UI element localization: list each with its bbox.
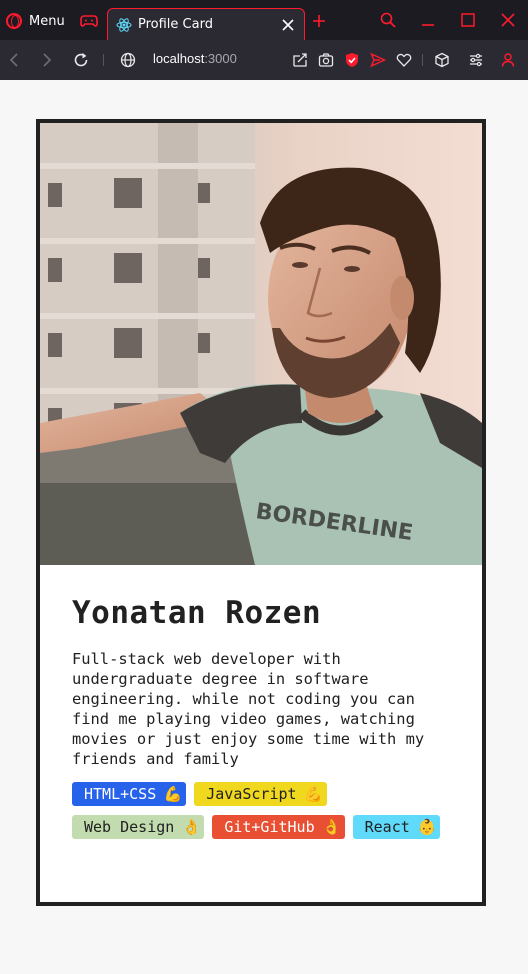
profile-card: BORDERLINE Yonatan Rozen Full-stack web … <box>36 119 486 906</box>
address-bar[interactable]: localhost:3000 <box>153 51 237 66</box>
easy-setup-sliders-icon[interactable] <box>466 50 486 70</box>
extensions-cube-icon[interactable] <box>432 50 452 70</box>
tab-title: Profile Card <box>138 17 213 32</box>
minimize-icon[interactable] <box>418 10 438 30</box>
browser-titlebar: Menu Profile Card <box>0 0 528 40</box>
url-host: localhost <box>153 51 205 66</box>
skill-list: HTML+CSS 💪 JavaScript 💪 Web Design 👌 Git… <box>72 782 452 839</box>
new-tab-plus-icon[interactable] <box>312 14 326 28</box>
reload-icon[interactable] <box>71 50 91 70</box>
profile-photo: BORDERLINE <box>40 123 482 565</box>
browser-navbar: localhost:3000 <box>0 40 528 80</box>
menu-label: Menu <box>29 13 65 29</box>
bookmark-heart-icon[interactable] <box>394 50 414 70</box>
tab-profile-card[interactable]: Profile Card <box>107 8 305 40</box>
flexed-biceps-icon: 💪 <box>304 785 323 803</box>
site-info-globe-icon[interactable] <box>118 50 138 70</box>
browser-menu-button[interactable]: Menu <box>6 11 65 31</box>
profile-content: Yonatan Rozen Full-stack web developer w… <box>72 593 452 839</box>
share-edit-icon[interactable] <box>290 50 310 70</box>
profile-bio: Full-stack web developer with undergradu… <box>72 650 425 768</box>
send-flow-icon[interactable] <box>368 50 388 70</box>
search-tabs-icon[interactable] <box>378 10 398 30</box>
ok-hand-icon: 👌 <box>181 818 201 836</box>
skill-tag-git-github: Git+GitHub 👌 <box>212 815 345 839</box>
flexed-biceps-icon: 💪 <box>163 785 183 803</box>
adblock-shield-icon[interactable] <box>342 50 362 70</box>
forward-icon[interactable] <box>37 50 57 70</box>
close-window-icon[interactable] <box>498 10 518 30</box>
baby-face-icon: 👶 <box>417 818 437 836</box>
back-icon[interactable] <box>4 50 24 70</box>
skill-tag-html-css: HTML+CSS 💪 <box>72 782 187 806</box>
ok-hand-icon: 👌 <box>322 818 341 836</box>
maximize-icon[interactable] <box>458 10 478 30</box>
profile-account-icon[interactable] <box>498 50 518 70</box>
skill-tag-javascript: JavaScript 💪 <box>194 782 327 806</box>
skill-tag-web-design: Web Design 👌 <box>72 815 205 839</box>
url-port: :3000 <box>204 51 237 66</box>
react-favicon-icon <box>116 17 132 32</box>
skill-tag-react: React 👶 <box>352 815 440 839</box>
snapshot-camera-icon[interactable] <box>316 50 336 70</box>
profile-name: Yonatan Rozen <box>72 595 322 631</box>
gamepad-icon[interactable] <box>80 14 98 28</box>
opera-logo-icon <box>6 13 22 29</box>
tab-close-icon[interactable] <box>276 13 300 37</box>
